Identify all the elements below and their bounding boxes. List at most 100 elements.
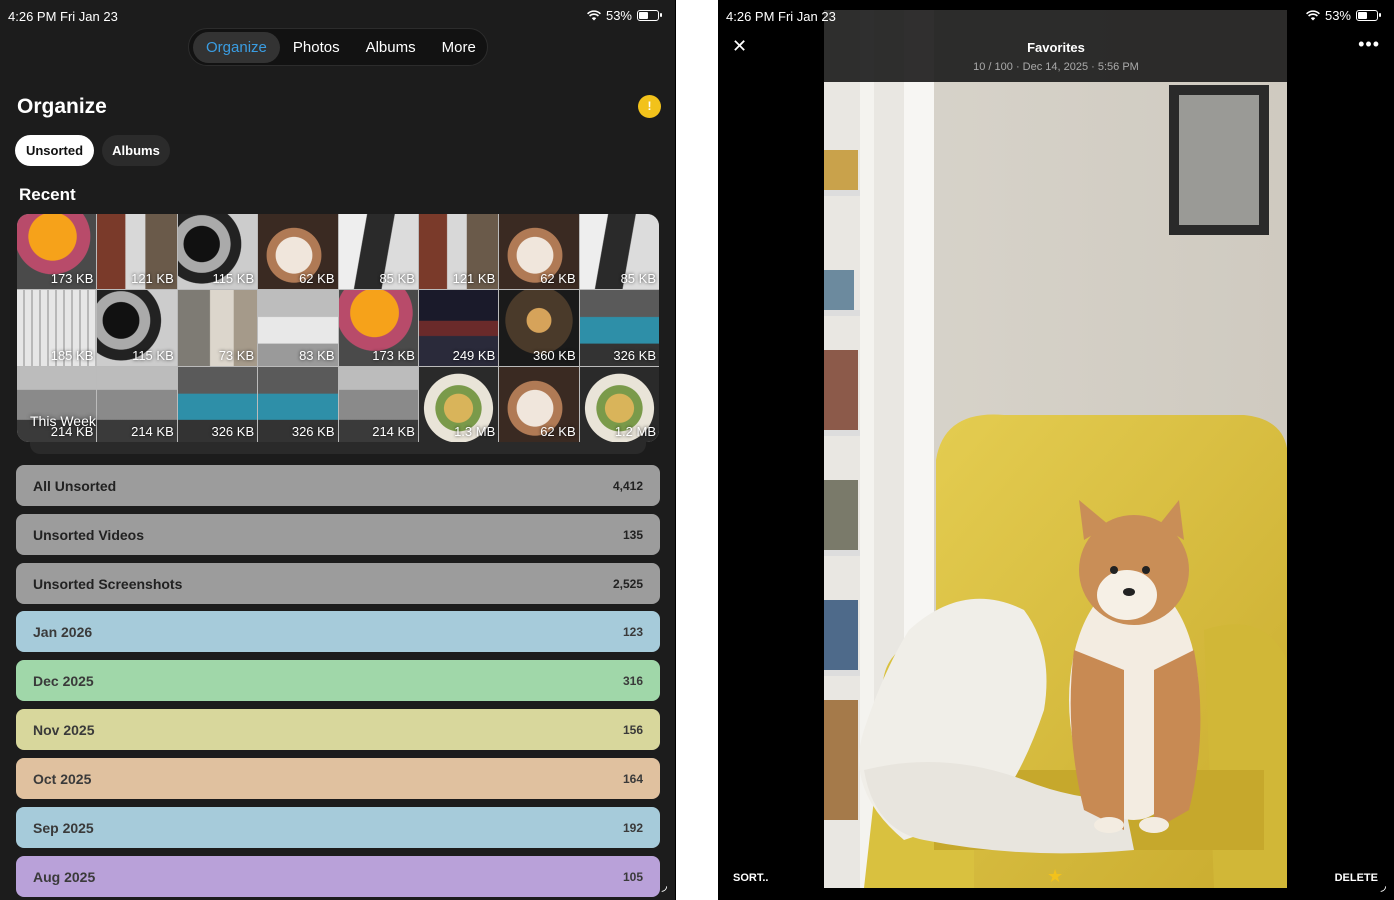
thumbnail-file-size: 85 KB — [379, 271, 415, 287]
unsorted-group-row[interactable]: Nov 2025 156 — [16, 709, 660, 750]
thumbnail-file-size: 1.3 MB — [454, 424, 496, 439]
group-label: Nov 2025 — [33, 721, 95, 738]
group-label: Unsorted Screenshots — [33, 575, 183, 592]
unsorted-group-row[interactable]: Aug 2025 105 — [16, 856, 660, 897]
albums-filter-button[interactable]: Albums — [102, 135, 170, 166]
photo-thumbnail[interactable]: 121 KB — [97, 214, 177, 290]
photo-thumbnail[interactable]: 115 KB — [97, 290, 177, 366]
battery-icon — [637, 10, 662, 21]
resize-handle-icon: ◞ — [661, 877, 667, 893]
status-bar: 4:26 PM Fri Jan 23 53% — [718, 0, 1394, 30]
photo-thumbnail[interactable]: 326 KB — [177, 366, 258, 442]
photo-thumbnail[interactable]: 360 KB — [499, 290, 579, 366]
tab-photos[interactable]: Photos — [280, 32, 353, 63]
organize-screen: 4:26 PM Fri Jan 23 53% Organize Photos A… — [0, 0, 676, 900]
delete-button[interactable]: DELETE — [1335, 872, 1378, 884]
photo-thumbnail[interactable]: 62 KB — [499, 214, 579, 290]
thumbnail-file-size: 326 KB — [291, 424, 335, 439]
recent-section-label: Recent — [19, 185, 76, 204]
thumbnail-file-size: 62 KB — [540, 271, 576, 287]
thumbnail-file-size: 173 KB — [372, 347, 415, 363]
stack-shadow — [30, 442, 646, 454]
thumbnail-file-size: 121 KB — [131, 271, 174, 287]
resize-handle-icon: ◞ — [1380, 877, 1386, 893]
photo-thumbnail[interactable]: 62 KB — [258, 214, 338, 290]
status-date: Fri Jan 23 — [60, 9, 118, 24]
this-week-label: This Week — [30, 413, 96, 429]
viewer-toolbar: SORT.. ★ DELETE — [718, 858, 1394, 900]
group-count: 135 — [622, 527, 643, 542]
status-bar: 4:26 PM Fri Jan 23 53% — [0, 0, 675, 30]
thumbnail-file-size: 214 KB — [372, 424, 415, 439]
photo-thumbnail[interactable]: 326 KB — [579, 290, 659, 366]
unsorted-group-row[interactable]: Jan 2026 123 — [16, 611, 660, 652]
unsorted-filter-button[interactable]: Unsorted — [15, 135, 94, 166]
thumbnail-file-size: 326 KB — [211, 424, 255, 439]
thumbnail-file-size: 1.2 MB — [614, 424, 656, 439]
recent-photo-grid[interactable]: 173 KB 121 KB 115 KB 62 KB 85 KB 121 KB 62 KB 8… — [17, 214, 659, 442]
photo-thumbnail[interactable]: 73 KB — [177, 290, 258, 366]
thumbnail-file-size: 115 KB — [132, 347, 174, 363]
group-count: 123 — [622, 624, 643, 639]
thumbnail-file-size: 249 KB — [452, 347, 496, 363]
group-count: 192 — [622, 820, 643, 835]
unsorted-group-row[interactable]: Oct 2025 164 — [16, 758, 660, 799]
photo-thumbnail[interactable]: 62 KB — [499, 366, 579, 442]
photo-thumbnail[interactable]: 214 KB — [17, 366, 97, 442]
photo-thumbnail[interactable]: 121 KB — [418, 214, 499, 290]
battery-percent: 53% — [605, 8, 632, 23]
unsorted-group-row[interactable]: Dec 2025 316 — [16, 660, 660, 701]
photo-thumbnail[interactable]: 115 KB — [177, 214, 258, 290]
battery-indicator: 53% — [1306, 8, 1381, 23]
photo-position-date: 10 / 100 · Dec 14, 2025 · 5:56 PM — [973, 61, 1139, 73]
battery-icon — [1356, 10, 1381, 21]
group-label: Sep 2025 — [33, 819, 94, 836]
status-time: 4:26 PM — [726, 9, 775, 24]
thumbnail-file-size: 115 KB — [212, 271, 255, 287]
unsorted-group-row[interactable]: All Unsorted 4,412 — [16, 465, 660, 506]
thumbnail-file-size: 62 KB — [299, 271, 335, 287]
photo-thumbnail[interactable]: 85 KB — [579, 214, 659, 290]
thumbnail-file-size: 185 KB — [50, 347, 94, 363]
photo-thumbnail[interactable]: 214 KB — [97, 366, 177, 442]
group-count: 156 — [622, 722, 643, 737]
status-time: 4:26 PM — [8, 9, 57, 24]
thumbnail-file-size: 62 KB — [540, 424, 576, 439]
photo-thumbnail[interactable]: 173 KB — [17, 214, 97, 290]
group-count: 2,525 — [612, 576, 643, 591]
unsorted-group-row[interactable]: Unsorted Screenshots 2,525 — [16, 563, 660, 604]
sort-button[interactable]: SORT.. — [733, 872, 768, 884]
photo-shiba-armchair[interactable] — [824, 10, 1287, 888]
group-label: Aug 2025 — [33, 868, 96, 885]
thumbnail-file-size: 173 KB — [50, 271, 94, 287]
tab-albums[interactable]: Albums — [353, 32, 429, 63]
photo-thumbnail[interactable]: 214 KB — [338, 366, 418, 442]
thumbnail-file-size: 360 KB — [532, 347, 576, 363]
thumbnail-file-size: 83 KB — [299, 347, 335, 363]
photo-thumbnail[interactable]: 185 KB — [17, 290, 97, 366]
album-title: Favorites — [1027, 40, 1085, 55]
group-count: 164 — [622, 771, 643, 786]
group-label: Unsorted Videos — [33, 526, 144, 543]
photo-thumbnail[interactable]: 173 KB — [338, 290, 418, 366]
thumbnail-file-size: 214 KB — [131, 424, 174, 439]
unsorted-group-row[interactable]: Unsorted Videos 135 — [16, 514, 660, 555]
battery-percent: 53% — [1324, 8, 1351, 23]
photo-thumbnail[interactable]: 83 KB — [258, 290, 338, 366]
page-title: Organize — [17, 95, 107, 118]
wifi-icon — [587, 10, 601, 21]
photo-thumbnail[interactable]: 85 KB — [338, 214, 418, 290]
photo-thumbnail[interactable]: 1.3 MB — [418, 366, 499, 442]
battery-indicator: 53% — [587, 8, 662, 23]
alert-icon[interactable]: ! — [638, 95, 661, 118]
unsorted-group-row[interactable]: Sep 2025 192 — [16, 807, 660, 848]
main-tab-bar: Organize Photos Albums More — [188, 28, 488, 66]
photo-thumbnail[interactable]: 326 KB — [258, 366, 338, 442]
tab-organize[interactable]: Organize — [193, 31, 280, 63]
favorite-star-icon[interactable]: ★ — [1047, 866, 1063, 887]
photo-thumbnail[interactable]: 249 KB — [418, 290, 499, 366]
tab-more[interactable]: More — [429, 32, 489, 63]
photo-thumbnail[interactable]: 1.2 MB — [579, 366, 659, 442]
more-options-icon[interactable]: ••• — [1358, 34, 1380, 55]
group-label: Dec 2025 — [33, 672, 94, 689]
